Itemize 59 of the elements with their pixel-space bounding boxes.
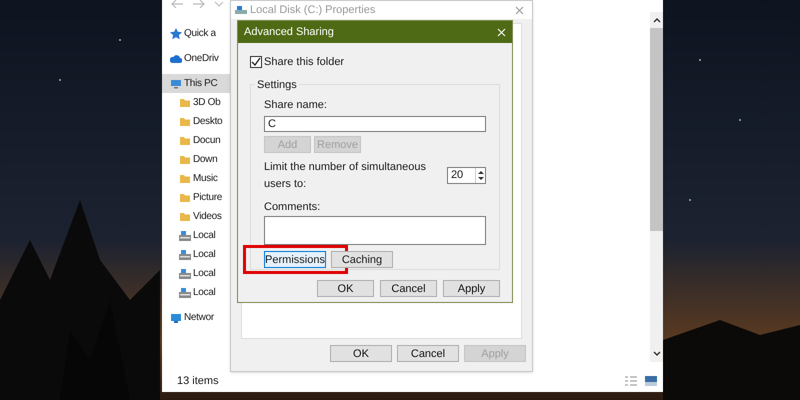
button[interactable]: Apply xyxy=(443,280,500,296)
details-view-icon[interactable] xyxy=(625,376,637,386)
sidebar-item[interactable]: Deskto xyxy=(162,112,230,131)
star-icon xyxy=(170,28,182,40)
folder-icon xyxy=(179,192,191,204)
chevron-down-icon[interactable] xyxy=(214,1,224,7)
button[interactable]: OK xyxy=(330,345,392,362)
drive-icon xyxy=(179,268,191,280)
folder-icon xyxy=(179,210,191,222)
button[interactable]: OK xyxy=(317,280,374,296)
spin-down-icon[interactable] xyxy=(478,177,484,182)
scrollbar-thumb[interactable] xyxy=(650,28,663,231)
button[interactable]: Caching xyxy=(331,251,393,268)
button[interactable]: Cancel xyxy=(380,280,437,296)
folder-icon xyxy=(179,134,191,146)
status-text: 13 items xyxy=(177,374,219,389)
button[interactable]: Permissions xyxy=(264,251,326,268)
sidebar-item[interactable]: 3D Ob xyxy=(162,93,230,112)
drive-icon xyxy=(179,248,191,260)
sidebar-item[interactable]: Music xyxy=(162,169,230,188)
drive-icon xyxy=(179,286,191,298)
sidebar-item[interactable]: Local xyxy=(162,245,230,264)
cloud-icon xyxy=(170,52,182,64)
sidebar-item[interactable]: Down xyxy=(162,150,230,169)
sidebar-item[interactable]: This PC xyxy=(162,74,230,93)
field-label: Comments: xyxy=(264,200,322,215)
folder-icon xyxy=(179,172,191,184)
spinner-field[interactable]: 20 xyxy=(446,167,486,184)
sidebar-item[interactable]: Quick a xyxy=(162,24,230,43)
sidebar-item[interactable]: OneDriv xyxy=(162,49,230,68)
sidebar-item[interactable]: Picture xyxy=(162,188,230,207)
button[interactable]: Cancel xyxy=(397,345,459,362)
field-label: Share name: xyxy=(264,98,328,112)
sidebar-item[interactable]: Docun xyxy=(162,131,230,150)
field-label: Limit the number of simultaneous users to: xyxy=(264,160,428,192)
back-icon[interactable] xyxy=(170,0,184,9)
spin-up-icon[interactable] xyxy=(478,170,484,174)
dialog-title: Advanced Sharing xyxy=(244,24,334,40)
sidebar-item[interactable]: Networ xyxy=(162,308,230,327)
share-name-field[interactable]: C xyxy=(264,116,486,132)
comments-field[interactable] xyxy=(264,216,486,245)
window-title: Local Disk (C:) Properties xyxy=(250,2,376,18)
checkbox-label[interactable]: Share this folder xyxy=(264,54,344,70)
sidebar-item[interactable]: Local xyxy=(162,226,230,245)
sidebar-item[interactable]: Videos xyxy=(162,207,230,226)
drive-icon xyxy=(235,5,247,15)
folder-icon xyxy=(179,116,191,128)
computer-icon xyxy=(170,78,182,90)
sidebar-item[interactable]: Local xyxy=(162,264,230,283)
scrollbar[interactable] xyxy=(650,12,663,362)
close-icon[interactable] xyxy=(515,6,524,14)
network-icon xyxy=(170,312,182,324)
checkbox[interactable] xyxy=(250,56,262,68)
forward-icon[interactable] xyxy=(192,0,206,9)
drive-icon xyxy=(179,230,191,242)
sidebar-item[interactable]: Local xyxy=(162,283,230,302)
thumbnail-view-icon[interactable] xyxy=(645,376,657,386)
folder-icon xyxy=(179,154,191,166)
folder-icon xyxy=(179,96,191,108)
